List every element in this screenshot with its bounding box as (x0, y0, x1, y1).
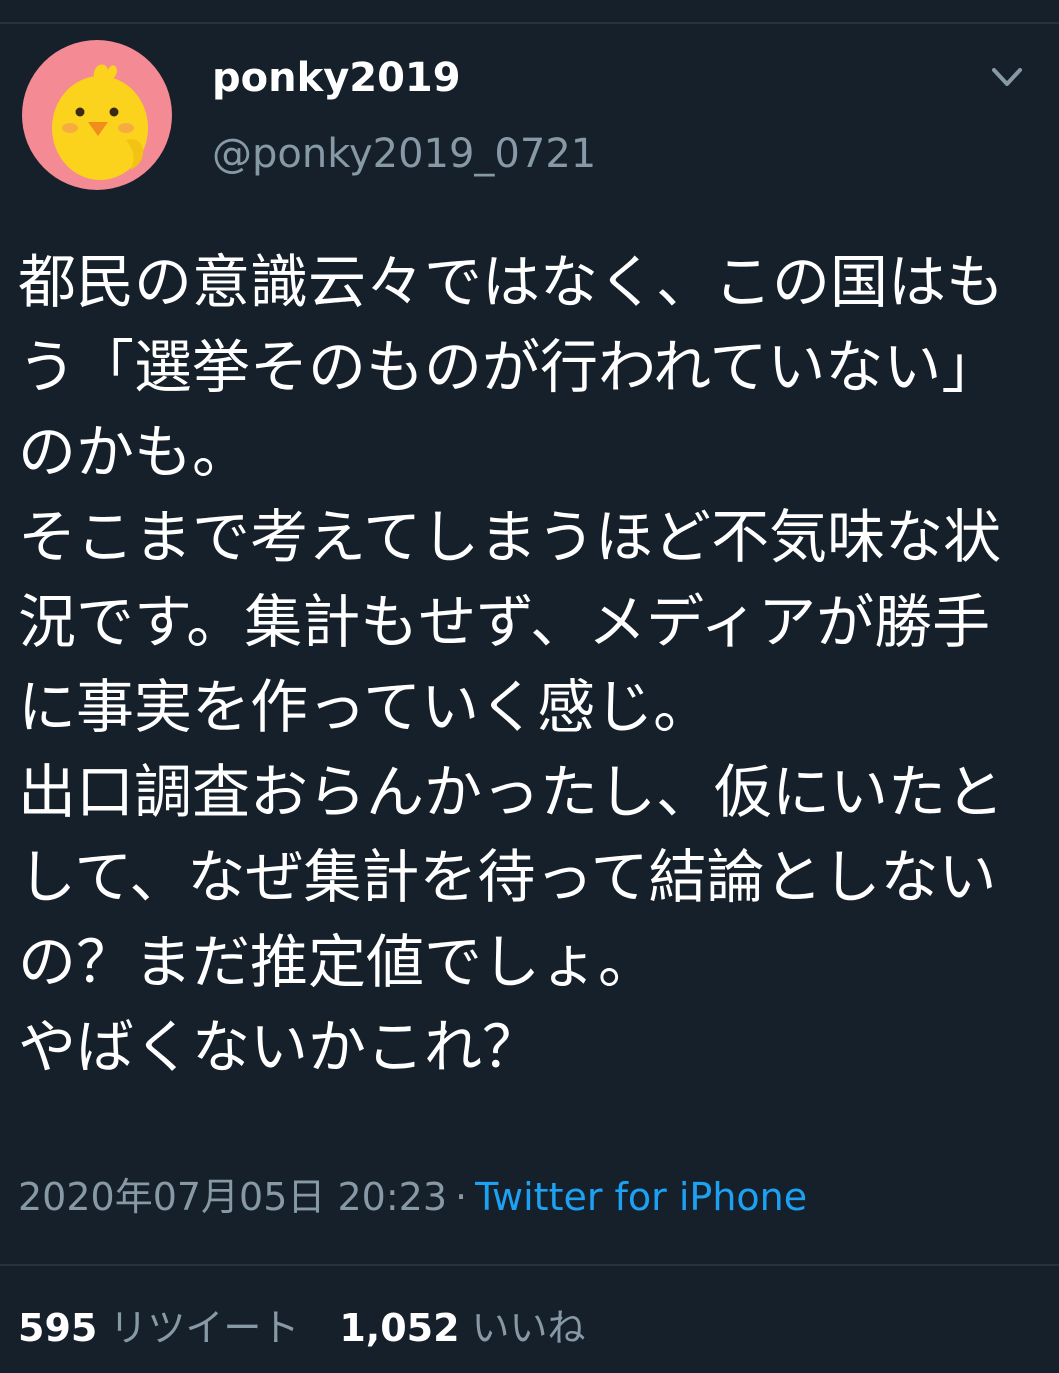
yellow-chick-avatar-icon (52, 64, 148, 180)
likes-label: いいね (471, 1306, 586, 1350)
tweet-stats: 595 リツイート 1,052 いいね (18, 1302, 586, 1354)
tweet-text: 都民の意識云々ではなく、この国はもう「選挙そのものが行われていない」のかも。 そ… (18, 248, 1005, 1081)
retweets-count: 595 (18, 1306, 98, 1350)
tweet-meta: 2020年07月05日 20:23 · Twitter for iPhone (18, 1170, 807, 1224)
stats-divider (0, 1264, 1059, 1266)
retweets-label: リツイート (109, 1306, 300, 1350)
likes-count: 1,052 (339, 1306, 460, 1350)
avatar[interactable] (22, 40, 172, 190)
top-divider (0, 22, 1059, 24)
author-handle[interactable]: @ponky2019_0721 (212, 128, 596, 180)
author-display-name[interactable]: ponky2019 (212, 52, 461, 104)
tweet-source-link[interactable]: Twitter for iPhone (475, 1175, 807, 1219)
likes-stat[interactable]: 1,052 いいね (339, 1306, 585, 1350)
retweets-stat[interactable]: 595 リツイート (18, 1306, 299, 1350)
tweet-timestamp[interactable]: 2020年07月05日 20:23 (18, 1175, 447, 1219)
meta-separator: · (455, 1175, 468, 1219)
chevron-down-icon[interactable] (984, 58, 1030, 98)
